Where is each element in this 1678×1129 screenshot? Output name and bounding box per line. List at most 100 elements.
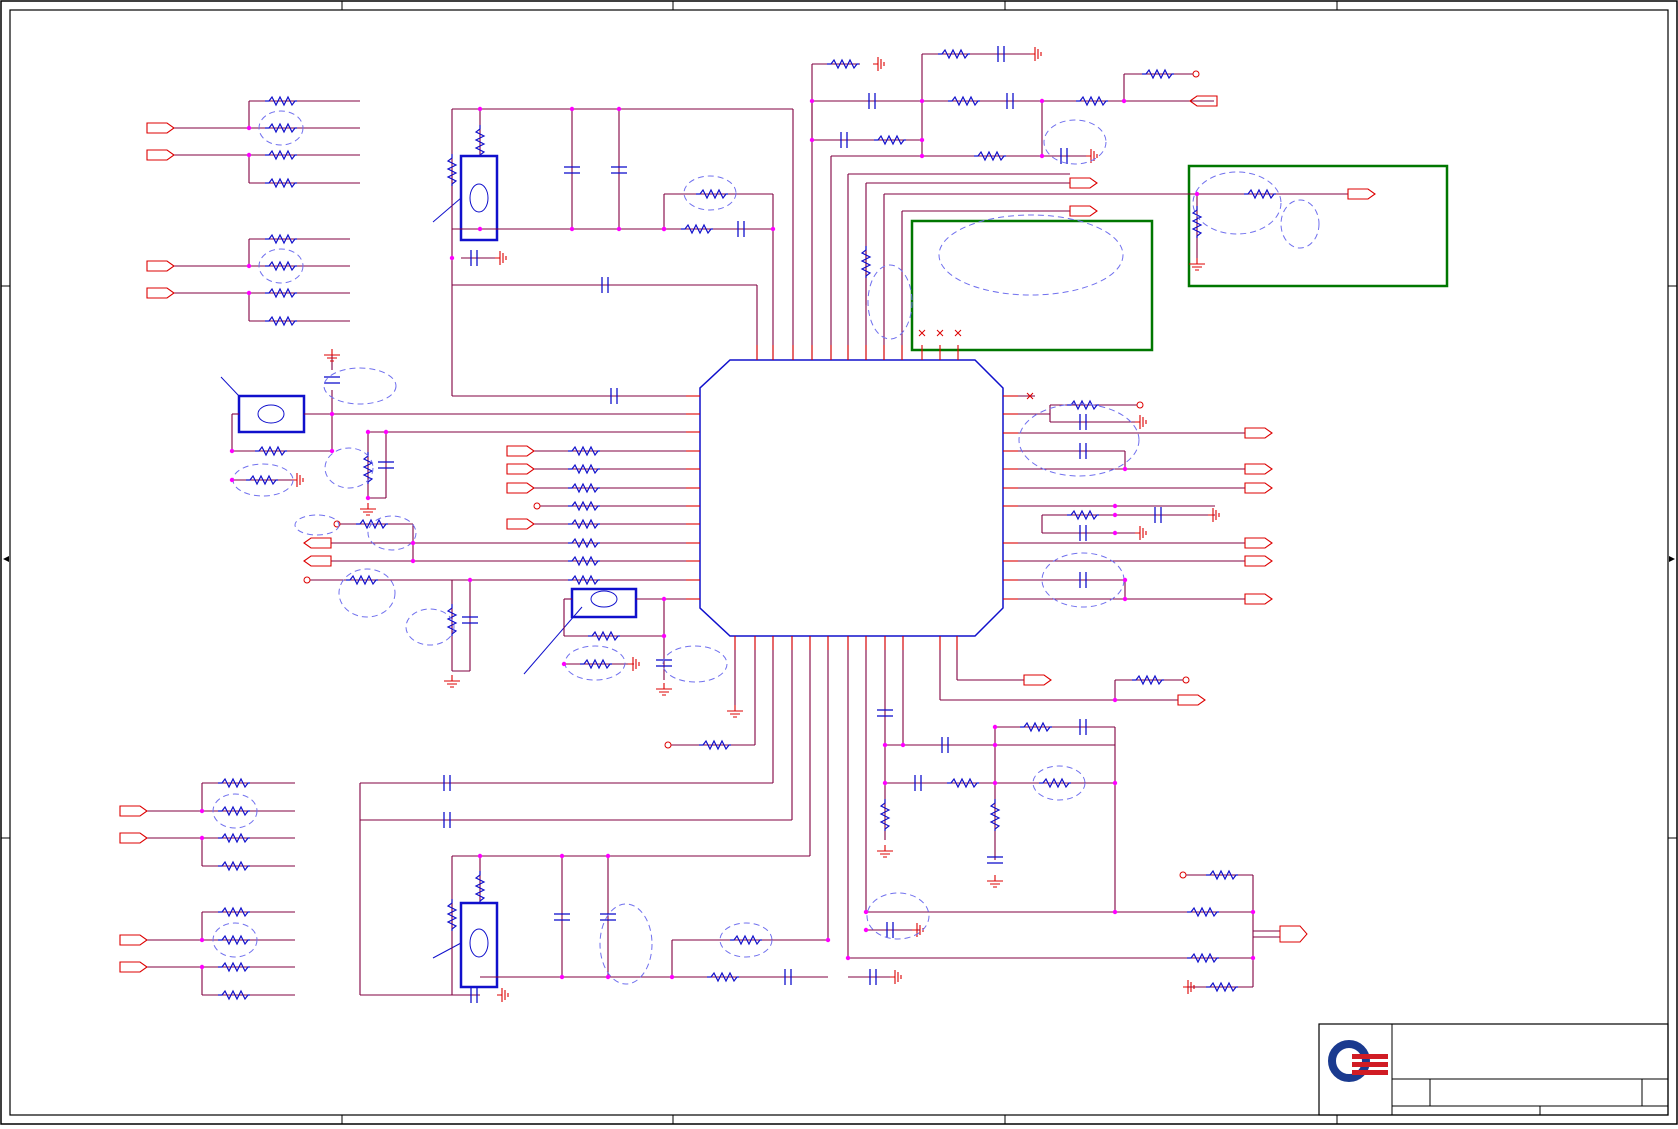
port-connector-icon bbox=[1023, 674, 1052, 686]
junction-dot bbox=[1112, 530, 1118, 536]
ground-icon bbox=[444, 675, 460, 688]
junction-dot bbox=[809, 137, 815, 143]
junction-dot bbox=[882, 780, 888, 786]
junction-dot bbox=[992, 724, 998, 730]
ground-icon bbox=[912, 923, 924, 937]
ground-icon bbox=[1208, 508, 1220, 522]
port-connector-icon bbox=[1244, 555, 1273, 567]
junction-dot bbox=[229, 448, 235, 454]
test-point-icon bbox=[664, 741, 672, 749]
ground-icon bbox=[890, 970, 902, 984]
port-connector-icon bbox=[146, 287, 175, 299]
port-connector-icon bbox=[1244, 537, 1273, 549]
port-connector-icon bbox=[506, 445, 535, 457]
junction-dot bbox=[605, 853, 611, 859]
note-ellipse bbox=[1018, 403, 1140, 477]
junction-dot bbox=[365, 429, 371, 435]
note-ellipse bbox=[323, 367, 397, 405]
junction-dot bbox=[1250, 909, 1256, 915]
port-connector-icon bbox=[146, 260, 175, 272]
junction-dot bbox=[1250, 955, 1256, 961]
junction-dot bbox=[199, 937, 205, 943]
junction-dot bbox=[661, 596, 667, 602]
junction-dot bbox=[1122, 577, 1128, 583]
ground-icon bbox=[628, 657, 640, 671]
junction-dot bbox=[569, 106, 575, 112]
junction-dot bbox=[199, 835, 205, 841]
note-ellipse bbox=[938, 214, 1124, 296]
port-connector-icon bbox=[1244, 593, 1273, 605]
ground-icon bbox=[987, 875, 1003, 888]
junction-dot bbox=[919, 153, 925, 159]
main-ic-chip bbox=[699, 359, 1004, 637]
test-point-icon bbox=[1136, 401, 1144, 409]
note-ellipse bbox=[367, 515, 417, 551]
junction-dot bbox=[605, 974, 611, 980]
port-connector-icon bbox=[146, 149, 175, 161]
port-connector-icon bbox=[1244, 463, 1273, 475]
junction-dot bbox=[863, 909, 869, 915]
junction-dot bbox=[882, 742, 888, 748]
junction-dot bbox=[477, 226, 483, 232]
junction-dot bbox=[329, 448, 335, 454]
port-connector-icon bbox=[1069, 177, 1098, 189]
junction-dot bbox=[825, 937, 831, 943]
junction-dot bbox=[669, 974, 675, 980]
ground-icon bbox=[877, 845, 893, 858]
junction-dot bbox=[1112, 909, 1118, 915]
junction-dot bbox=[809, 98, 815, 104]
crystal-center bbox=[523, 587, 638, 675]
junction-dot bbox=[845, 955, 851, 961]
net-wires bbox=[147, 53, 1348, 996]
ground-icon bbox=[495, 251, 507, 265]
junction-dot bbox=[661, 633, 667, 639]
junction-dot bbox=[246, 125, 252, 131]
right-output-box bbox=[1187, 164, 1449, 288]
junction-dot bbox=[410, 540, 416, 546]
junction-dot bbox=[365, 495, 371, 501]
port-connector-icon bbox=[119, 934, 148, 946]
junction-dot bbox=[1121, 98, 1127, 104]
port-connector-icon bbox=[119, 961, 148, 973]
note-ellipse bbox=[294, 514, 340, 536]
junction-dot bbox=[992, 742, 998, 748]
junction-dot bbox=[1112, 503, 1118, 509]
ground-icon bbox=[727, 705, 743, 718]
port-connector-icon bbox=[1177, 694, 1206, 706]
port-connector-icon bbox=[119, 832, 148, 844]
junction-dot bbox=[1039, 153, 1045, 159]
junction-dot bbox=[1039, 98, 1045, 104]
port-connector-icon bbox=[303, 555, 332, 567]
passive-components bbox=[119, 46, 1376, 1003]
junction-dot bbox=[1194, 191, 1200, 197]
port-connector-icon bbox=[506, 463, 535, 475]
sheet-frame bbox=[0, 0, 1678, 1125]
junction-dot bbox=[246, 152, 252, 158]
test-point-icon bbox=[303, 576, 311, 584]
note-ellipse bbox=[338, 568, 396, 618]
junction-dot bbox=[199, 808, 205, 814]
junction-dot bbox=[246, 263, 252, 269]
junction-dot bbox=[477, 853, 483, 859]
test-point-icon bbox=[533, 502, 541, 510]
port-connector-icon bbox=[303, 537, 332, 549]
junction-dot bbox=[1112, 697, 1118, 703]
junction-dot bbox=[919, 98, 925, 104]
junction-dot bbox=[900, 742, 906, 748]
junction-dot bbox=[616, 226, 622, 232]
port-connector-icon bbox=[506, 482, 535, 494]
junction-dot bbox=[1122, 596, 1128, 602]
ground-icon bbox=[360, 503, 376, 516]
ground-icon bbox=[1135, 526, 1147, 540]
note-ellipse bbox=[662, 645, 728, 683]
junction-dot bbox=[410, 558, 416, 564]
junction-dots bbox=[199, 98, 1256, 980]
port-connector-icon bbox=[1279, 925, 1308, 943]
brand-logo-icon bbox=[1328, 1040, 1388, 1082]
junction-dot bbox=[1122, 466, 1128, 472]
junction-dot bbox=[770, 226, 776, 232]
junction-dot bbox=[383, 429, 389, 435]
junction-dot bbox=[246, 290, 252, 296]
junction-dot bbox=[863, 927, 869, 933]
junction-dot bbox=[477, 106, 483, 112]
